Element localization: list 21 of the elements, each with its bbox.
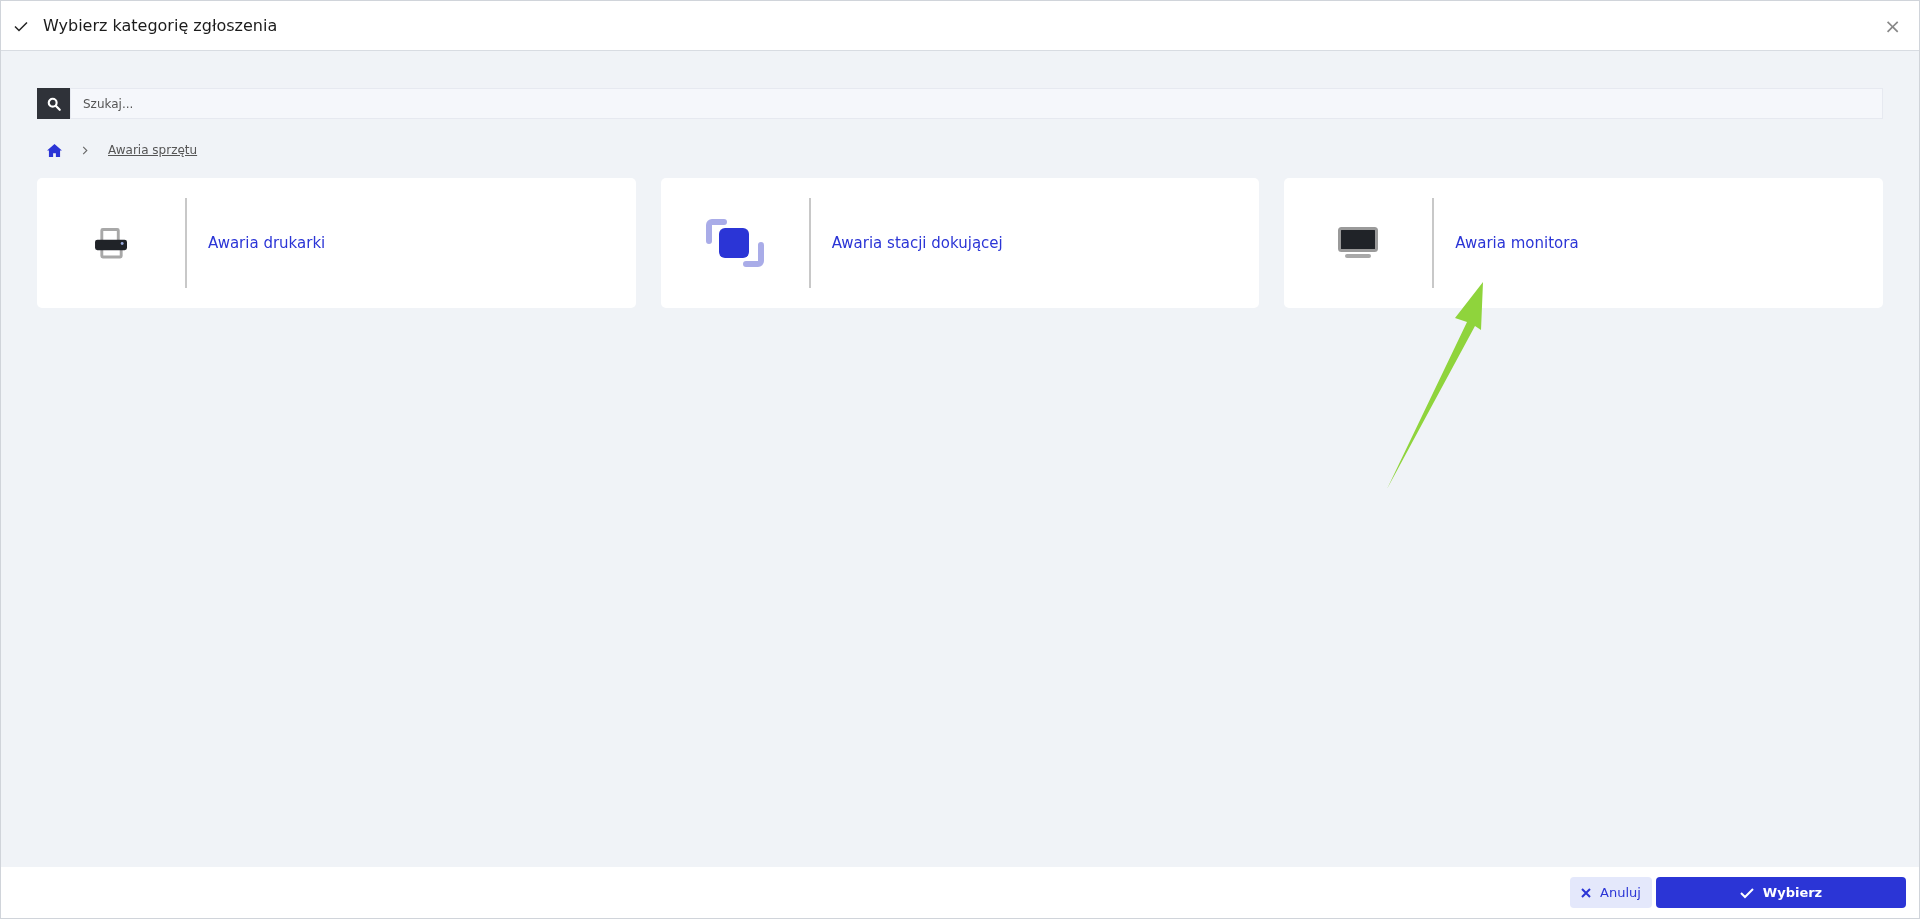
category-card[interactable]: Awaria stacji dokującej [660, 178, 1260, 308]
close-icon [1581, 887, 1592, 898]
close-button[interactable]: × [1878, 13, 1907, 38]
category-card[interactable]: Awaria monitora [1284, 178, 1883, 308]
home-icon[interactable] [47, 143, 62, 157]
confirm-button[interactable]: Wybierz [1656, 877, 1906, 908]
search-field[interactable]: Szukaj... [70, 88, 1883, 119]
overlapping-squares-icon [704, 219, 765, 267]
check-icon [1739, 886, 1754, 899]
printer-icon [94, 227, 128, 259]
search-button[interactable] [37, 88, 70, 119]
category-card[interactable]: Awaria drukarki [37, 178, 636, 308]
monitor-icon [1338, 227, 1379, 259]
cancel-button[interactable]: Anuluj [1570, 877, 1652, 908]
chevron-icon [82, 145, 88, 155]
category-label: Awaria drukarki [208, 234, 326, 252]
category-label: Awaria monitora [1455, 234, 1579, 252]
search-icon [46, 96, 61, 111]
category-label: Awaria stacji dokującej [831, 234, 1003, 252]
breadcrumb-link[interactable]: Awaria sprzętu [108, 143, 198, 157]
window-title: Wybierz kategorię zgłoszenia [43, 16, 279, 35]
